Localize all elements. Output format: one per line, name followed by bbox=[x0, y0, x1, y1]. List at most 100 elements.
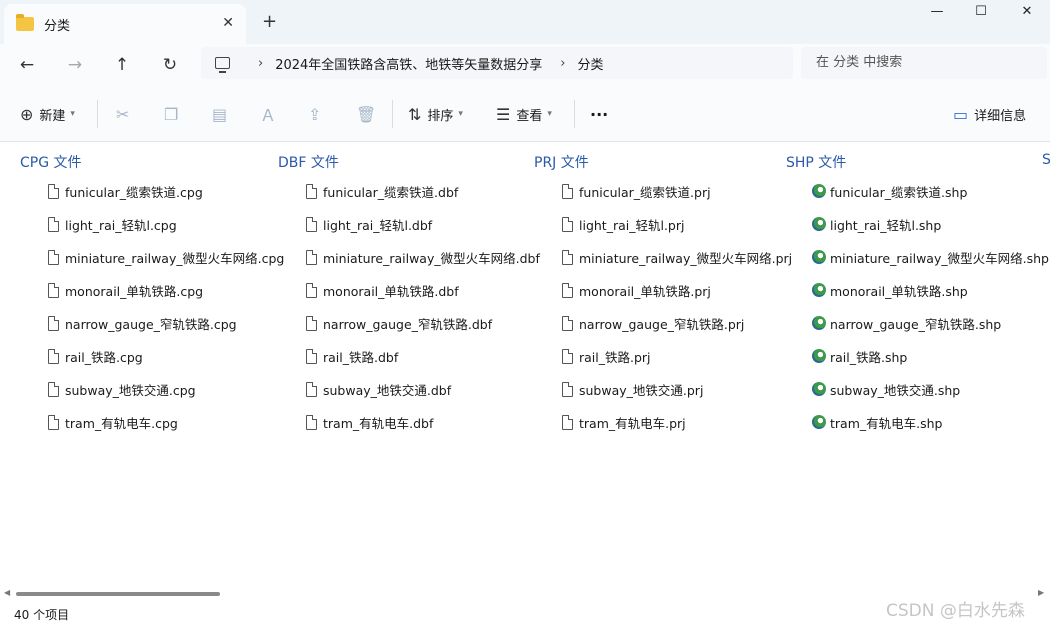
tab-current-folder[interactable]: 分类 ✕ bbox=[4, 4, 246, 44]
delete-button[interactable]: 🗑 bbox=[356, 102, 382, 126]
close-window-button[interactable]: ✕ bbox=[1004, 4, 1050, 26]
share-icon: ⇪ bbox=[308, 104, 322, 124]
file-name: subway_地铁交通.cpg bbox=[65, 382, 196, 398]
file-icon bbox=[48, 282, 59, 298]
chevron-down-icon: ▾ bbox=[547, 109, 552, 119]
breadcrumb-current-folder[interactable]: 分类 bbox=[578, 54, 604, 73]
file-icon bbox=[48, 348, 59, 364]
file-item[interactable]: tram_有轨电车.cpg bbox=[48, 411, 178, 433]
file-icon bbox=[562, 414, 573, 430]
file-icon bbox=[48, 315, 59, 331]
share-button[interactable]: ⇪ bbox=[308, 102, 327, 126]
file-name: light_rai_轻轨l.prj bbox=[579, 217, 685, 233]
breadcrumb-parent-folder[interactable]: 2024年全国铁路含高铁、地铁等矢量数据分享 bbox=[275, 54, 542, 73]
file-name: funicular_缆索铁道.shp bbox=[830, 184, 968, 200]
file-item[interactable]: rail_铁路.prj bbox=[562, 345, 651, 367]
chevron-down-icon: ▾ bbox=[70, 109, 75, 119]
maximize-button[interactable]: ☐ bbox=[958, 4, 1004, 26]
new-button[interactable]: ⊕ 新建 ▾ bbox=[20, 102, 75, 126]
file-item[interactable]: subway_地铁交通.dbf bbox=[306, 378, 451, 400]
file-item[interactable]: monorail_单轨铁路.shp bbox=[812, 279, 968, 301]
file-item[interactable]: light_rai_轻轨l.dbf bbox=[306, 213, 432, 235]
file-item[interactable]: miniature_railway_微型火车网络.cpg bbox=[48, 246, 284, 268]
scrollbar-thumb[interactable] bbox=[16, 592, 220, 596]
scroll-left-icon[interactable]: ◀ bbox=[4, 588, 10, 597]
refresh-button[interactable]: ↻ bbox=[155, 51, 185, 79]
address-bar[interactable]: › 2024年全国铁路含高铁、地铁等矢量数据分享 › 分类 bbox=[201, 47, 793, 79]
file-item[interactable]: subway_地铁交通.cpg bbox=[48, 378, 196, 400]
forward-button[interactable]: → bbox=[60, 51, 90, 79]
file-name: rail_铁路.prj bbox=[579, 349, 651, 365]
file-item[interactable]: miniature_railway_微型火车网络.prj bbox=[562, 246, 792, 268]
file-item[interactable]: monorail_单轨铁路.prj bbox=[562, 279, 711, 301]
file-item[interactable]: subway_地铁交通.prj bbox=[562, 378, 703, 400]
file-item[interactable]: funicular_缆索铁道.dbf bbox=[306, 180, 458, 202]
this-pc-icon[interactable] bbox=[215, 57, 230, 73]
group-header[interactable]: SHP 文件 bbox=[786, 152, 846, 172]
file-name: miniature_railway_微型火车网络.prj bbox=[579, 250, 793, 266]
file-name: light_rai_轻轨l.shp bbox=[830, 217, 942, 233]
file-icon bbox=[306, 381, 317, 397]
group-header[interactable]: DBF 文件 bbox=[278, 152, 339, 172]
file-item[interactable]: light_rai_轻轨l.cpg bbox=[48, 213, 177, 235]
file-item[interactable]: monorail_单轨铁路.cpg bbox=[48, 279, 203, 301]
file-name: funicular_缆索铁道.dbf bbox=[323, 184, 459, 200]
file-item[interactable]: subway_地铁交通.shp bbox=[812, 378, 960, 400]
view-button[interactable]: ☰ 查看 ▾ bbox=[496, 102, 552, 126]
file-icon bbox=[306, 249, 317, 265]
group-header[interactable]: PRJ 文件 bbox=[534, 152, 589, 172]
file-name: monorail_单轨铁路.dbf bbox=[323, 283, 459, 299]
file-item[interactable]: narrow_gauge_窄轨铁路.prj bbox=[562, 312, 744, 334]
file-item[interactable]: light_rai_轻轨l.prj bbox=[562, 213, 684, 235]
file-icon bbox=[48, 249, 59, 265]
file-item[interactable]: light_rai_轻轨l.shp bbox=[812, 213, 941, 235]
shapefile-icon bbox=[812, 316, 826, 330]
clipboard-icon: ▤ bbox=[212, 104, 228, 124]
more-options-button[interactable]: ··· bbox=[590, 102, 608, 126]
back-button[interactable]: ← bbox=[12, 51, 42, 79]
chevron-right-icon[interactable]: › bbox=[258, 56, 263, 71]
file-item[interactable]: monorail_单轨铁路.dbf bbox=[306, 279, 459, 301]
file-item[interactable]: rail_铁路.dbf bbox=[306, 345, 398, 367]
shapefile-icon bbox=[812, 184, 826, 198]
new-tab-button[interactable]: + bbox=[262, 11, 277, 32]
file-item[interactable]: narrow_gauge_窄轨铁路.cpg bbox=[48, 312, 237, 334]
details-pane-button[interactable]: ▭ 详细信息 bbox=[953, 102, 1026, 126]
file-name: subway_地铁交通.prj bbox=[579, 382, 704, 398]
file-name: rail_铁路.dbf bbox=[323, 349, 399, 365]
folder-icon bbox=[16, 14, 34, 31]
file-item[interactable]: miniature_railway_微型火车网络.shp bbox=[812, 246, 1049, 268]
file-name: miniature_railway_微型火车网络.shp bbox=[830, 250, 1049, 266]
search-input[interactable]: 在 分类 中搜索 bbox=[801, 47, 1047, 79]
title-bar: 分类 ✕ + — ☐ ✕ bbox=[0, 0, 1050, 44]
group-header-partial[interactable]: S bbox=[1042, 152, 1050, 168]
file-item[interactable]: funicular_缆索铁道.shp bbox=[812, 180, 967, 202]
rename-button[interactable]: Ａ bbox=[260, 102, 282, 126]
file-item[interactable]: narrow_gauge_窄轨铁路.dbf bbox=[306, 312, 492, 334]
paste-button[interactable]: ▤ bbox=[212, 102, 233, 126]
more-icon: ··· bbox=[590, 104, 609, 124]
up-button[interactable]: ↑ bbox=[107, 51, 137, 79]
file-item[interactable]: rail_铁路.shp bbox=[812, 345, 907, 367]
file-item[interactable]: funicular_缆索铁道.cpg bbox=[48, 180, 203, 202]
file-icon bbox=[306, 414, 317, 430]
file-name: rail_铁路.cpg bbox=[65, 349, 143, 365]
file-item[interactable]: funicular_缆索铁道.prj bbox=[562, 180, 711, 202]
file-item[interactable]: miniature_railway_微型火车网络.dbf bbox=[306, 246, 540, 268]
toolbar-divider bbox=[97, 100, 98, 128]
cut-button[interactable]: ✂ bbox=[116, 102, 135, 126]
sort-button[interactable]: ⇅ 排序 ▾ bbox=[408, 102, 463, 126]
sort-button-label: 排序 bbox=[427, 108, 454, 124]
file-item[interactable]: rail_铁路.cpg bbox=[48, 345, 143, 367]
tab-close-button[interactable]: ✕ bbox=[222, 15, 234, 31]
copy-button[interactable]: ❐ bbox=[164, 102, 184, 126]
scroll-right-icon[interactable]: ▶ bbox=[1038, 588, 1044, 597]
file-item[interactable]: tram_有轨电车.shp bbox=[812, 411, 942, 433]
view-list-icon: ☰ bbox=[496, 104, 511, 124]
group-header[interactable]: CPG 文件 bbox=[20, 152, 82, 172]
file-item[interactable]: tram_有轨电车.dbf bbox=[306, 411, 433, 433]
file-item[interactable]: narrow_gauge_窄轨铁路.shp bbox=[812, 312, 1001, 334]
file-item[interactable]: tram_有轨电车.prj bbox=[562, 411, 686, 433]
chevron-right-icon[interactable]: › bbox=[560, 56, 565, 71]
minimize-button[interactable]: — bbox=[914, 4, 960, 26]
